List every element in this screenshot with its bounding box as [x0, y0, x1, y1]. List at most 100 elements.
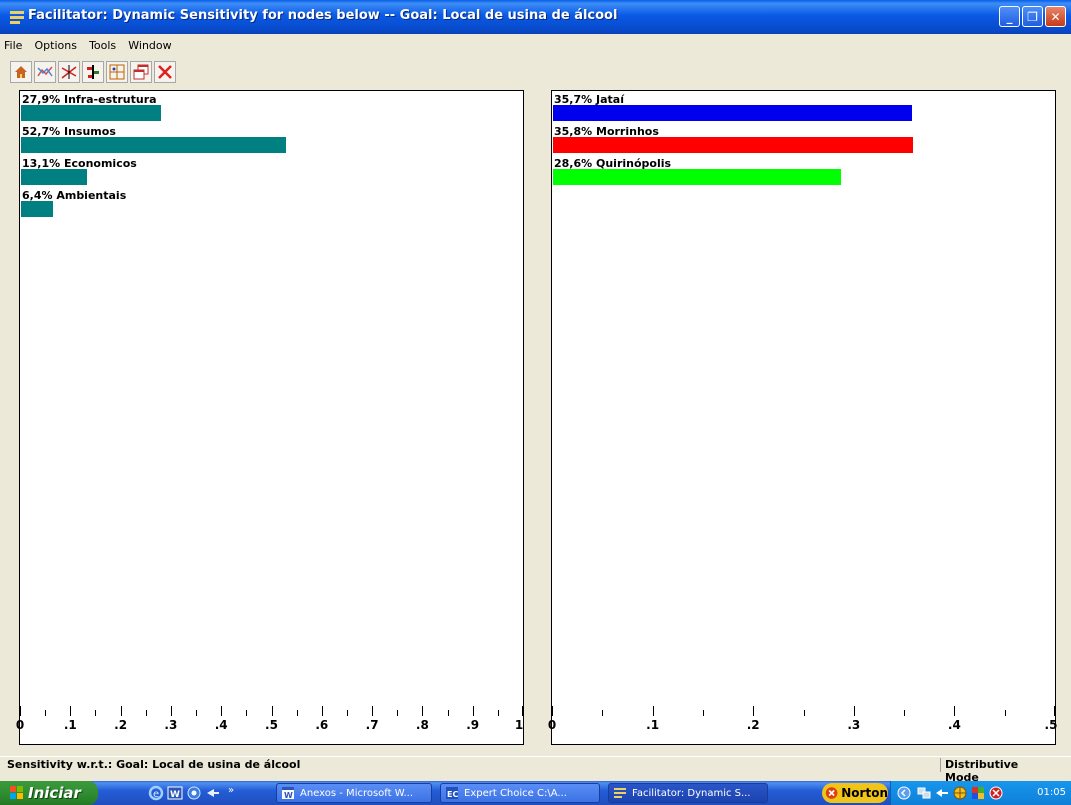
- bar-economicos[interactable]: [21, 169, 87, 185]
- minor-tick: [145, 710, 147, 716]
- minor-tick: [602, 710, 604, 716]
- tick-label: .1: [63, 718, 77, 732]
- tray-expand-icon[interactable]: [897, 786, 911, 800]
- tick-label: .3: [847, 718, 861, 732]
- menu-options[interactable]: Options: [31, 36, 80, 52]
- menu-tools[interactable]: Tools: [85, 36, 119, 52]
- taskbar-item-label: Facilitator: Dynamic S...: [632, 787, 751, 799]
- menu-bar: File Options Tools Window: [0, 34, 1071, 54]
- tick-label: .2: [746, 718, 760, 732]
- gradient-graph-icon: [61, 65, 77, 79]
- network-tray-icon[interactable]: [917, 786, 931, 800]
- taskbar-item-expert-choice[interactable]: EC Expert Choice C:\A...: [440, 783, 600, 803]
- windows-button[interactable]: [130, 61, 152, 83]
- arrow-tray-icon[interactable]: [935, 786, 949, 800]
- criteria-sensitivity-panel: 27,9% Infra-estrutura 52,7% Insumos 13,1% …: [19, 90, 524, 745]
- windows-icon: [133, 64, 149, 80]
- head-to-head-button[interactable]: [82, 61, 104, 83]
- status-mode-text: Distributive Mode: [940, 758, 1052, 784]
- close-window-button[interactable]: ✕: [1045, 6, 1066, 27]
- major-tick: [221, 706, 223, 716]
- two-d-plot-button[interactable]: [106, 61, 128, 83]
- toolbar: [0, 58, 1071, 86]
- minor-tick: [397, 710, 399, 716]
- major-tick: [1054, 706, 1055, 716]
- major-tick: [552, 706, 553, 716]
- internet-explorer-icon[interactable]: e: [148, 785, 164, 801]
- tick-label: .4: [947, 718, 961, 732]
- major-tick: [853, 706, 855, 716]
- major-tick: [70, 706, 72, 716]
- taskbar-item-facilitator[interactable]: Facilitator: Dynamic S...: [608, 783, 768, 803]
- browser-quicklaunch-icon[interactable]: [186, 785, 202, 801]
- performance-graph-button[interactable]: [34, 61, 56, 83]
- tick-label: .2: [114, 718, 128, 732]
- major-tick: [954, 706, 956, 716]
- alternatives-axis: 0 .1 .2 .3 .4 .5: [548, 701, 1058, 741]
- taskbar-item-word[interactable]: W Anexos - Microsoft W...: [276, 783, 432, 803]
- title-bar[interactable]: Facilitator: Dynamic Sensitivity for nod…: [0, 0, 1071, 34]
- restore-button[interactable]: ❐: [1022, 6, 1043, 27]
- tick-label: .3: [164, 718, 178, 732]
- shield-tray-icon[interactable]: [989, 786, 1003, 800]
- minor-tick: [95, 710, 97, 716]
- tick-label: 1: [514, 718, 524, 732]
- windows-logo-icon: [10, 786, 23, 799]
- tick-label: .6: [315, 718, 329, 732]
- gradient-graph-button[interactable]: [58, 61, 80, 83]
- minor-tick: [196, 710, 198, 716]
- major-tick: [372, 706, 374, 716]
- word-quicklaunch-icon[interactable]: W: [167, 785, 183, 801]
- norton-x-icon: [825, 787, 838, 799]
- start-button[interactable]: Iniciar: [0, 781, 98, 805]
- home-icon: [15, 66, 27, 78]
- norton-label: Norton: [841, 786, 888, 800]
- svg-text:e: e: [153, 789, 159, 800]
- app-icon: [10, 11, 24, 24]
- menu-window[interactable]: Window: [124, 36, 174, 52]
- bar-morrinhos[interactable]: [553, 137, 913, 153]
- minor-tick: [346, 710, 348, 716]
- close-chart-button[interactable]: [154, 61, 176, 83]
- minor-tick: [803, 710, 805, 716]
- bar-jatai[interactable]: [553, 105, 912, 121]
- taskbar-item-label: Expert Choice C:\A...: [464, 787, 567, 799]
- menu-file[interactable]: File: [0, 36, 25, 52]
- minor-tick: [1004, 710, 1006, 716]
- word-document-icon: W: [282, 787, 294, 800]
- quicklaunch-arrow-icon[interactable]: [205, 785, 221, 801]
- tick-label: .1: [646, 718, 660, 732]
- norton-button[interactable]: Norton: [822, 783, 888, 803]
- bar-insumos[interactable]: [21, 137, 286, 153]
- bar-infra-estrutura[interactable]: [21, 105, 161, 121]
- minor-tick: [497, 710, 499, 716]
- globe-tray-icon[interactable]: [953, 786, 967, 800]
- major-tick: [120, 706, 122, 716]
- status-sensitivity-text: Sensitivity w.r.t.: Goal: Local de usina…: [7, 758, 301, 771]
- home-button[interactable]: [10, 61, 32, 83]
- colored-flag-tray-icon[interactable]: [971, 786, 985, 800]
- minor-tick: [246, 710, 248, 716]
- svg-text:W: W: [170, 790, 180, 800]
- minor-tick: [296, 710, 298, 716]
- expert-choice-icon: EC: [446, 787, 458, 799]
- tick-label: .4: [214, 718, 228, 732]
- tick-label: .5: [265, 718, 278, 732]
- minor-tick: [702, 710, 704, 716]
- bar-quirinopolis[interactable]: [553, 169, 841, 185]
- tick-label: .7: [365, 718, 379, 732]
- tick-label: 0: [15, 718, 25, 732]
- major-tick: [753, 706, 755, 716]
- tick-label: .5: [1044, 718, 1058, 732]
- bar-ambientais[interactable]: [21, 201, 53, 217]
- application-window: Facilitator: Dynamic Sensitivity for nod…: [0, 0, 1071, 784]
- major-tick: [522, 706, 523, 716]
- major-tick: [20, 706, 21, 716]
- taskbar: Iniciar e W » W Anexos - Microsoft W... …: [0, 781, 1071, 805]
- svg-text:W: W: [284, 791, 293, 800]
- tick-label: .8: [415, 718, 429, 732]
- svg-text:EC: EC: [447, 790, 458, 799]
- quicklaunch-more[interactable]: »: [228, 785, 234, 796]
- minimize-button[interactable]: _: [999, 6, 1020, 27]
- minor-tick: [45, 710, 47, 716]
